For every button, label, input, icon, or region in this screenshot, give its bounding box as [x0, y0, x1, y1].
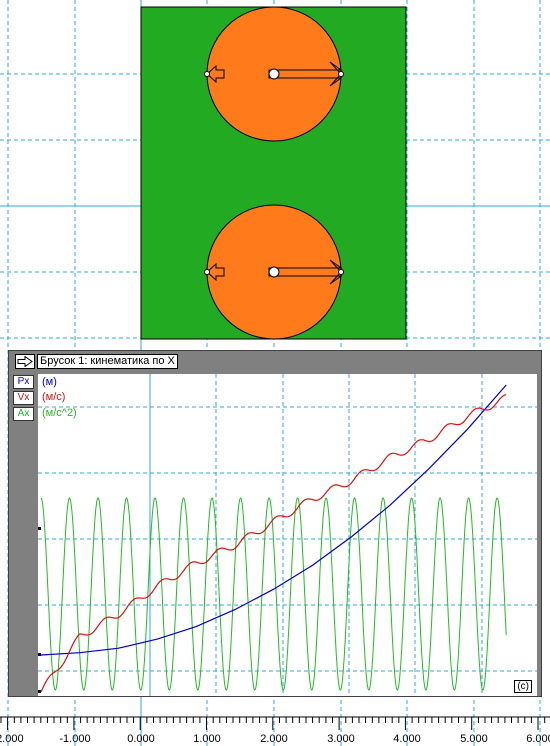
time-unit-label: (с) — [514, 680, 532, 693]
plot-canvas — [38, 374, 537, 696]
kinematics-graph-window[interactable]: Брусок 1: кинематика по X Px Vx Ax (м) (… — [8, 350, 542, 697]
axis-origin-marker — [38, 653, 41, 656]
vector-handle[interactable] — [338, 71, 344, 77]
axle-marker[interactable] — [268, 266, 280, 278]
graph-title: Брусок 1: кинематика по X — [37, 353, 178, 369]
legend-key-vx[interactable]: Vx — [13, 391, 34, 405]
axis-origin-marker — [38, 527, 41, 530]
legend-key-px[interactable]: Px — [13, 375, 34, 389]
legend-unit-px: (м) — [42, 376, 57, 388]
vector-handle[interactable] — [204, 269, 210, 275]
legend-unit-ax: (м/с^2) — [42, 407, 77, 419]
legend-unit-vx: (м/с) — [42, 391, 66, 403]
series-ax-line — [40, 497, 507, 691]
vector-handle[interactable] — [204, 71, 210, 77]
graph-header: Брусок 1: кинематика по X — [15, 353, 178, 369]
plot-area[interactable]: (м) (м/с) (м/с^2) (с) — [38, 374, 537, 696]
legend-key-ax[interactable]: Ax — [13, 407, 34, 421]
axle-marker[interactable] — [268, 68, 280, 80]
vector-handle[interactable] — [338, 269, 344, 275]
axis-origin-marker — [38, 690, 41, 693]
series-px-line — [40, 384, 507, 656]
arrow-right-icon[interactable] — [15, 353, 35, 369]
workspace[interactable]: Брусок 1: кинематика по X Px Vx Ax (м) (… — [0, 0, 550, 746]
